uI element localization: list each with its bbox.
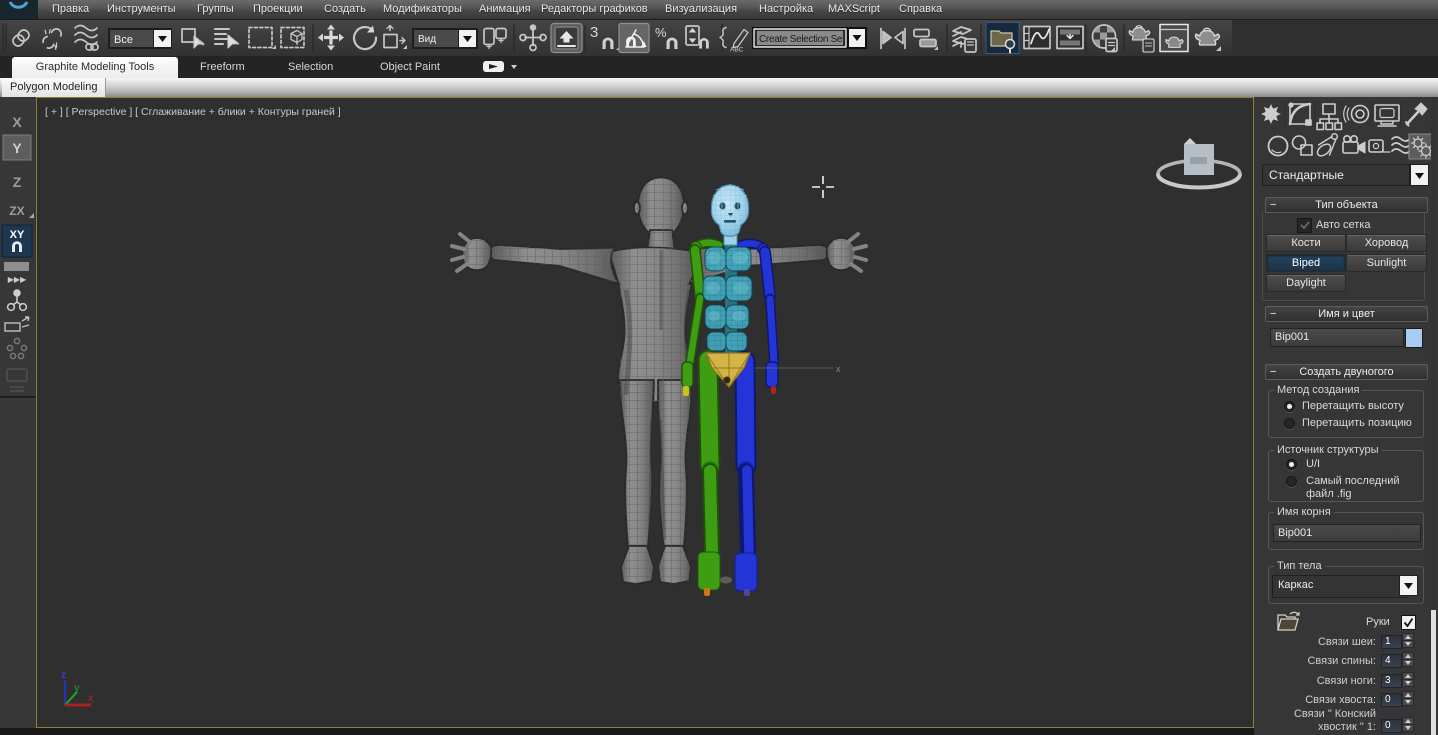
svg-text:Y: Y [12,140,22,156]
svg-text:Z: Z [13,174,22,190]
svg-text:XY: XY [10,229,25,241]
svg-text:Create Selection Se: Create Selection Se [759,34,843,45]
svg-text:x: x [88,693,94,704]
svg-text:Все: Все [114,34,133,46]
svg-text:%: % [655,25,667,40]
svg-text:ZX: ZX [9,204,24,218]
svg-text:▶▶▶: ▶▶▶ [8,275,27,284]
svg-text:3: 3 [590,24,598,41]
svg-text:ABC: ABC [730,47,744,54]
svg-text:y: y [74,683,80,694]
svg-text:X: X [12,114,22,130]
svg-text:x: x [836,364,841,374]
svg-text:z: z [61,670,66,681]
svg-text:Вид: Вид [418,34,436,45]
